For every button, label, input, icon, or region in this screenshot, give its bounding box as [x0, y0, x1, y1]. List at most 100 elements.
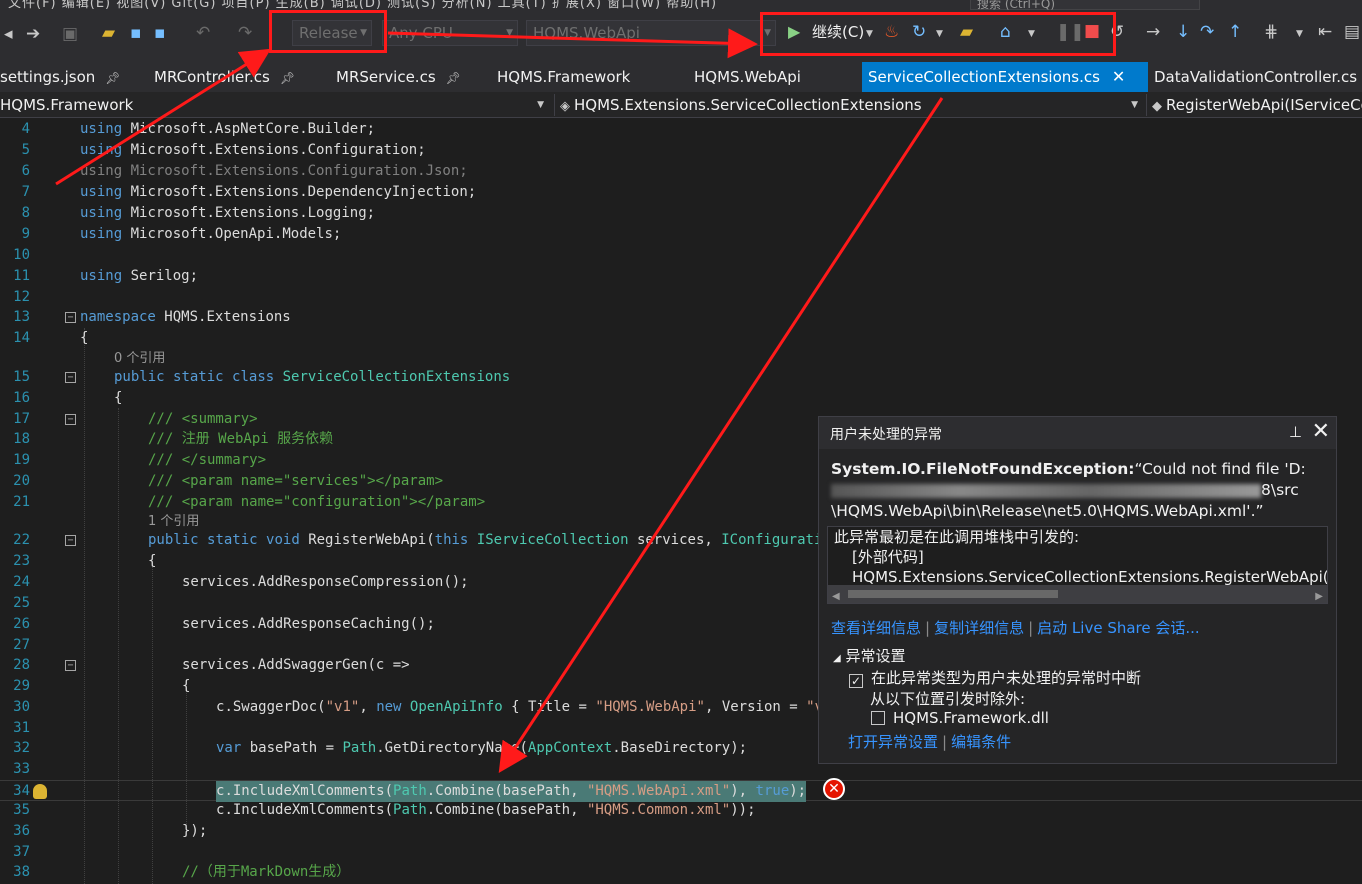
tab-mrservice[interactable]: MRService.cs 📌︎ — [336, 62, 461, 92]
references-codelens[interactable]: 1 个引用 — [148, 511, 199, 532]
chevron-down-icon[interactable]: ▼ — [936, 24, 943, 44]
code-line[interactable]: 37 — [0, 842, 1362, 863]
restart-icon[interactable]: ↻ — [912, 22, 926, 42]
pin-icon[interactable]: 📌︎ — [105, 71, 120, 85]
code-text: /// <param name="services"></param> — [148, 473, 444, 489]
collapse-icon[interactable]: − — [65, 660, 76, 671]
checkbox-unchecked[interactable] — [871, 711, 885, 725]
close-icon[interactable]: ✕ — [1312, 419, 1330, 444]
search-input[interactable]: 搜索 (Ctrl+Q) — [970, 0, 1200, 10]
code-text: /// <summary> — [148, 411, 258, 427]
forward-icon[interactable]: ➔ — [26, 24, 40, 44]
pin-icon[interactable]: 📌︎ — [280, 71, 295, 85]
new-project-icon[interactable]: ▣ — [62, 24, 78, 44]
code-line[interactable]: 12 — [0, 287, 1362, 308]
pause-icon[interactable]: ❚❚ — [1056, 22, 1085, 42]
play-icon[interactable]: ▶ — [788, 22, 800, 42]
exception-settings-header[interactable]: ◢ 异常设置 — [833, 645, 906, 666]
tab-data-validation-controller[interactable]: DataValidationController.cs — [1154, 62, 1357, 92]
live-share-link[interactable]: 启动 Live Share 会话... — [1037, 619, 1200, 637]
code-line[interactable]: 7 using Microsoft.Extensions.DependencyIn… — [0, 182, 1362, 203]
step-into-icon[interactable]: ↓ — [1176, 22, 1190, 42]
tab-hqms-framework[interactable]: HQMS.Framework — [497, 62, 630, 92]
lightbulb-icon[interactable] — [33, 784, 47, 799]
back-icon[interactable]: ◂ — [4, 24, 13, 44]
scroll-right-icon[interactable]: ▶ — [1315, 587, 1323, 603]
code-line[interactable]: 9 using Microsoft.OpenApi.Models; — [0, 224, 1362, 245]
code-line[interactable]: 10 — [0, 245, 1362, 266]
references-codelens[interactable]: 0 个引用 — [114, 348, 165, 369]
restart-debug-icon[interactable]: ↺ — [1110, 22, 1124, 42]
code-line[interactable]: 15− public static class ServiceCollection… — [0, 367, 1362, 388]
tab-mrcontroller[interactable]: MRController.cs 📌︎ — [154, 62, 295, 92]
copy-details-link[interactable]: 复制详细信息 — [934, 619, 1024, 637]
module-exception-option[interactable]: HQMS.Framework.dll — [871, 709, 1049, 727]
menu-items[interactable]: 文件(F) 编辑(E) 视图(V) Git(G) 项目(P) 生成(B) 调试(… — [8, 0, 717, 10]
exception-error-icon[interactable]: ✕ — [823, 778, 845, 800]
browse-folder-icon[interactable]: ▰ — [960, 22, 973, 42]
close-icon[interactable]: ✕ — [1112, 67, 1125, 86]
code-line[interactable]: 13− namespace HQMS.Extensions — [0, 307, 1362, 328]
code-line[interactable]: 35 c.IncludeXmlComments(Path.Combine(base… — [0, 800, 1362, 821]
code-text: }); — [182, 823, 208, 839]
save-all-icon[interactable]: ▪ — [154, 23, 166, 43]
current-statement-line[interactable]: 34 c.IncludeXmlComments(Path.Combine(base… — [0, 780, 1362, 802]
code-line[interactable]: 16{ — [0, 388, 1362, 409]
startup-project-select[interactable]: HQMS.WebApi ▼ — [526, 20, 776, 46]
code-line[interactable]: 4 using Microsoft.AspNetCore.Builder; — [0, 119, 1362, 140]
hot-reload-icon[interactable]: ♨ — [884, 22, 899, 42]
comment-icon[interactable]: ▤ — [1344, 22, 1360, 42]
chevron-down-icon[interactable]: ▼ — [1296, 24, 1303, 44]
stop-icon[interactable]: ■ — [1084, 21, 1100, 41]
scrollbar-thumb[interactable] — [848, 590, 1058, 598]
code-line[interactable]: 5 using Microsoft.Extensions.Configuratio… — [0, 140, 1362, 161]
break-when-unhandled-option[interactable]: ✓ 在此异常类型为用户未处理的异常时中断 — [849, 667, 1141, 688]
stack-frame[interactable]: HQMS.Extensions.ServiceCollectionExtensi… — [852, 567, 1327, 587]
redo-icon[interactable]: ↷ — [238, 23, 252, 43]
collapse-icon[interactable]: − — [65, 372, 76, 383]
collapse-icon[interactable]: − — [65, 535, 76, 546]
save-icon[interactable]: ▪ — [130, 23, 142, 43]
undo-icon[interactable]: ↶ — [196, 23, 210, 43]
chevron-down-icon[interactable]: ▼ — [866, 24, 873, 44]
code-text: using Microsoft.Extensions.DependencyInj… — [80, 184, 477, 200]
pin-icon[interactable]: ⊥ — [1289, 423, 1302, 441]
continue-button[interactable]: 继续(C) — [812, 22, 864, 42]
code-line[interactable]: 14{ — [0, 328, 1362, 349]
collapse-icon[interactable]: − — [65, 312, 76, 323]
chevron-down-icon[interactable]: ▼ — [1028, 24, 1035, 44]
member-dropdown[interactable]: ◆RegisterWebApi(IServiceCollection servi… — [1152, 94, 1362, 116]
step-out-icon[interactable]: ↑ — [1228, 22, 1242, 42]
open-exception-settings-link[interactable]: 打开异常设置 — [848, 733, 938, 751]
code-line[interactable]: 38//（用于MarkDown生成） — [0, 862, 1362, 883]
show-next-statement-icon[interactable]: → — [1146, 22, 1160, 42]
collapse-triangle-icon[interactable]: ◢ — [833, 653, 841, 664]
scroll-left-icon[interactable]: ◀ — [832, 587, 840, 603]
configuration-select[interactable]: Release ▼ — [292, 20, 372, 46]
project-dropdown[interactable]: HQMS.Framework ▼ — [0, 94, 550, 116]
open-folder-icon[interactable]: ▰ — [102, 23, 115, 43]
checkbox-checked[interactable]: ✓ — [849, 674, 863, 688]
thread-icon[interactable]: ⋕ — [1264, 22, 1278, 42]
code-text: services.AddResponseCaching(); — [182, 616, 435, 632]
view-details-link[interactable]: 查看详细信息 — [831, 619, 921, 637]
code-line[interactable]: 11 using Serilog; — [0, 266, 1362, 287]
code-line[interactable]: 36}); — [0, 821, 1362, 842]
browser-link-icon[interactable]: ⌂ — [1000, 22, 1011, 42]
pin-icon[interactable]: 📌︎ — [446, 71, 461, 85]
tab-hqms-webapi[interactable]: HQMS.WebApi — [694, 62, 801, 92]
exception-path-part2: 8\src — [1261, 481, 1299, 499]
tab-service-collection-extensions[interactable]: ServiceCollectionExtensions.cs ✕ — [862, 62, 1148, 92]
horizontal-scrollbar[interactable]: ◀ ▶ — [828, 585, 1327, 603]
exception-path-part1: “Could not find file 'D: — [1134, 460, 1306, 478]
code-line[interactable]: 6 using Microsoft.Extensions.Configuratio… — [0, 161, 1362, 182]
type-dropdown[interactable]: ◈ HQMS.Extensions.ServiceCollectionExtens… — [560, 94, 1144, 116]
code-line[interactable]: 8 using Microsoft.Extensions.Logging; — [0, 203, 1362, 224]
tab-settings-json[interactable]: settings.json 📌︎ — [0, 62, 121, 92]
bookmark-icon[interactable]: ⇤ — [1318, 22, 1332, 42]
edit-conditions-link[interactable]: 编辑条件 — [951, 733, 1011, 751]
step-over-icon[interactable]: ↷ — [1200, 22, 1214, 42]
collapse-icon[interactable]: − — [65, 414, 76, 425]
platform-select[interactable]: Any CPU ▼ — [382, 20, 518, 46]
call-stack-box[interactable]: 此异常最初是在此调用堆栈中引发的: [外部代码] HQMS.Extensions… — [827, 526, 1328, 604]
